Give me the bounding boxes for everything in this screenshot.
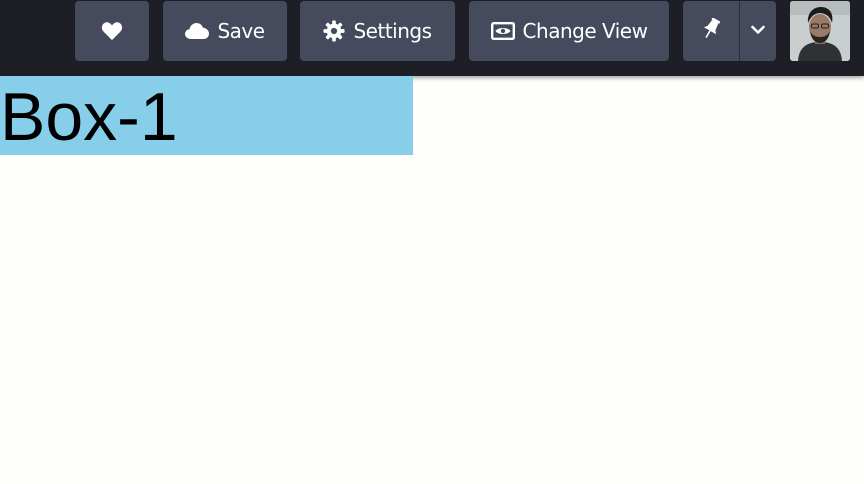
save-button[interactable]: Save xyxy=(163,1,287,61)
favorite-button[interactable] xyxy=(75,1,149,61)
cloud-icon xyxy=(185,23,210,39)
heart-icon xyxy=(101,21,123,41)
settings-button[interactable]: Settings xyxy=(300,1,455,61)
change-view-button[interactable]: Change View xyxy=(469,1,669,61)
save-label: Save xyxy=(217,19,265,43)
eye-window-icon xyxy=(490,22,515,40)
chevron-down-icon xyxy=(751,22,765,40)
gear-icon xyxy=(323,20,346,42)
pin-button[interactable] xyxy=(683,1,740,61)
top-toolbar: Save Settings Change View xyxy=(0,0,864,76)
pin-menu-dropdown[interactable] xyxy=(740,1,776,61)
pin-icon xyxy=(702,17,721,45)
user-avatar[interactable] xyxy=(790,1,850,61)
box-1-label: Box-1 xyxy=(0,79,178,155)
settings-label: Settings xyxy=(353,19,432,43)
change-view-label: Change View xyxy=(522,19,648,43)
box-1: Box-1 xyxy=(0,76,413,155)
pin-split-button xyxy=(683,1,776,61)
